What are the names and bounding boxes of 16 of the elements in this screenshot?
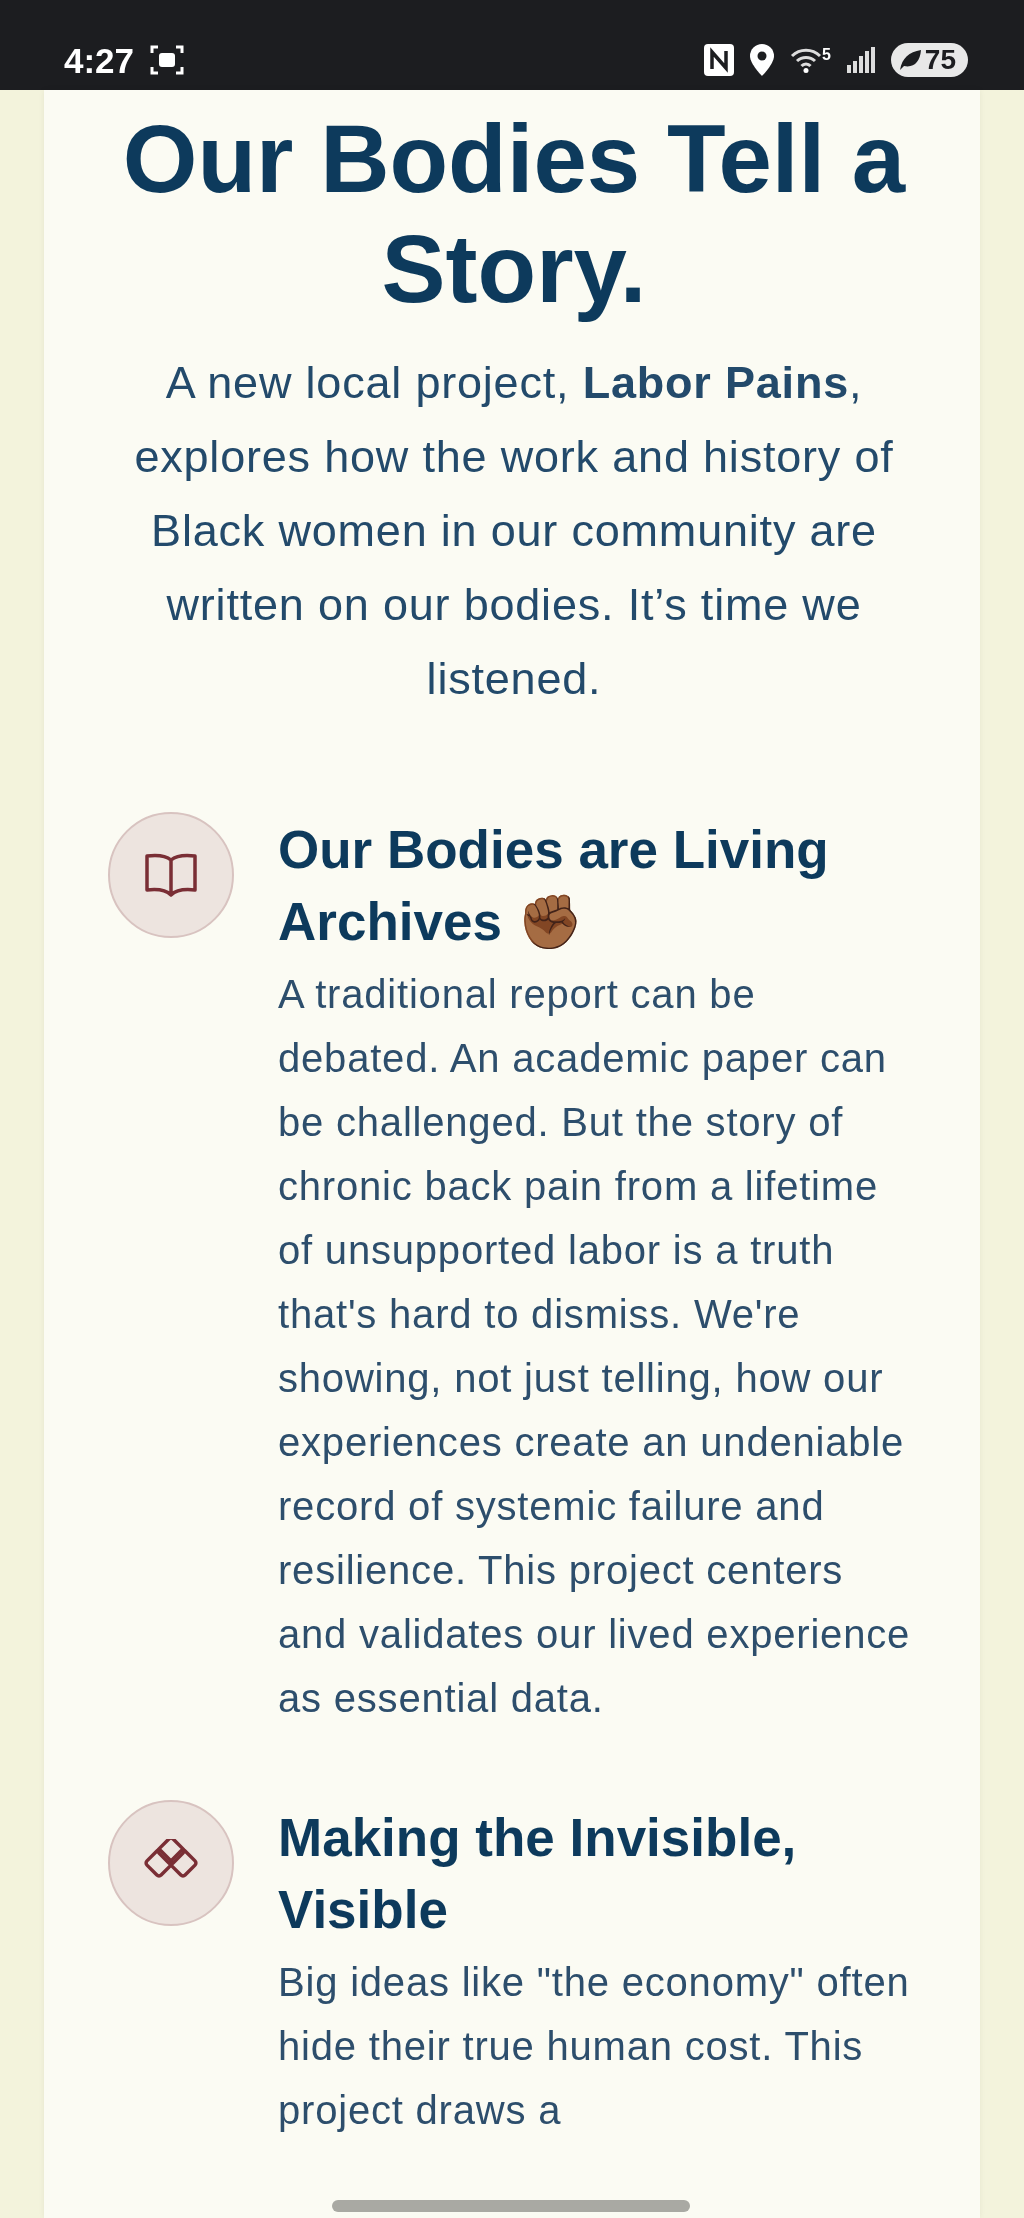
battery-indicator: 75 [890,42,968,78]
wifi-icon [789,47,822,73]
section-paragraph: A traditional report can be debated. An academic paper can be challenged. But the story of chronic back pain from a lifetime of unsupported labor is a truth that's hard to dismiss. We're showing, not just telling, how our experiences create an undeniable record of systemic failure and resilience. This project centers and validates our lived experience as essential data. [278,971,912,1722]
wifi-label: 5 [821,47,831,63]
page-title: Our Bodies Tell a Story. [121,104,907,324]
section-heading: Making the Invisible, Visible [278,1807,798,1941]
nfc-icon [703,44,734,76]
section-paragraph: Big ideas like "the economy" often hide their true human cost. This project draws a [278,1959,911,2134]
clock-time: 4:27 [64,42,135,78]
home-indicator[interactable] [332,2200,690,2212]
intro-paragraph: A new local project, Labor Pains, explores how the work and history of Black women in our community are written on our bodies. It’s time we listened. [133,356,895,706]
screenshot-icon [150,43,185,77]
location-icon [749,44,774,76]
signal-icon [846,47,875,73]
book-icon [145,852,197,898]
section-heading: Our Bodies are Living Archives ✊🏾 [278,819,830,953]
